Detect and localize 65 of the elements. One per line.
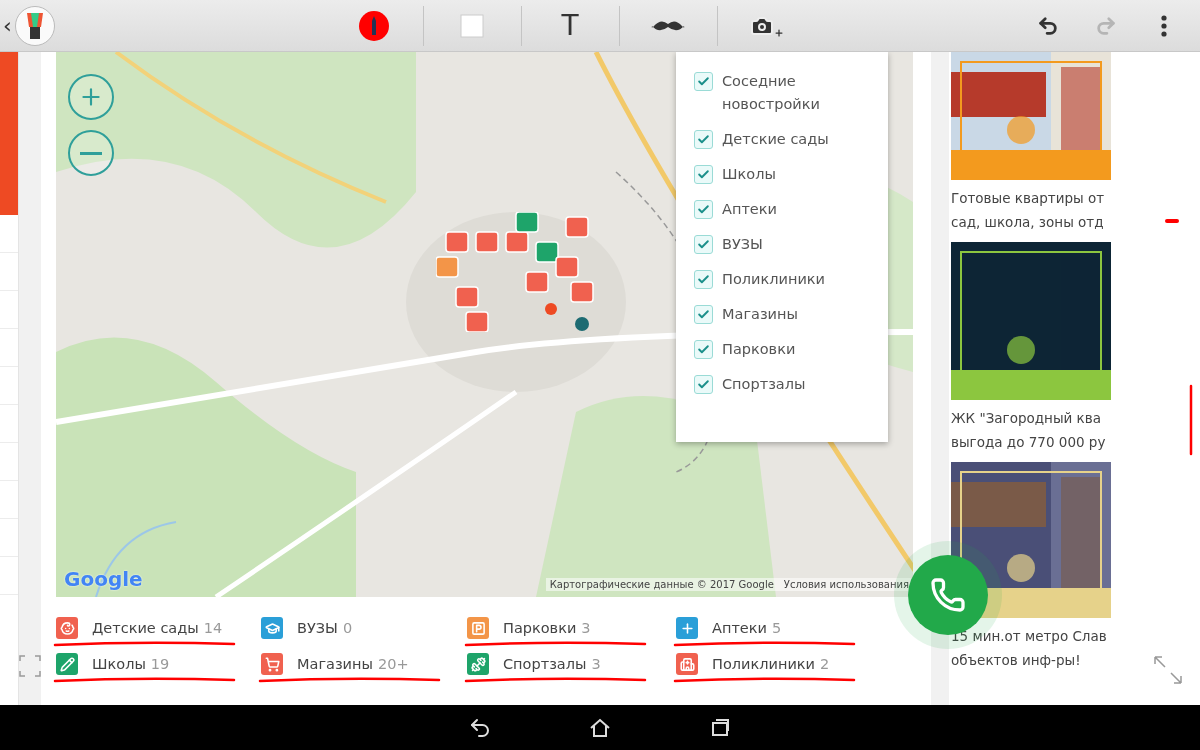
category-count: 0 bbox=[342, 620, 353, 636]
filter-label: ВУЗЫ bbox=[722, 235, 764, 254]
check-icon bbox=[697, 343, 710, 356]
checkbox[interactable] bbox=[694, 340, 713, 359]
checkbox[interactable] bbox=[694, 165, 713, 184]
category-label[interactable]: Спортзалы bbox=[503, 656, 587, 672]
filter-label: Детские сады bbox=[722, 130, 830, 149]
check-icon bbox=[697, 378, 710, 391]
redo-icon bbox=[1095, 14, 1117, 37]
checkbox[interactable] bbox=[694, 270, 713, 289]
check-icon bbox=[697, 203, 710, 216]
filter-label: Спортзалы bbox=[722, 375, 807, 394]
filter-label: Школы bbox=[722, 165, 777, 184]
checkbox[interactable] bbox=[694, 200, 713, 219]
category-label[interactable]: ВУЗЫ bbox=[297, 620, 338, 636]
back-arrow[interactable]: ‹ bbox=[3, 13, 15, 38]
category-count: 3 bbox=[581, 620, 591, 636]
check-icon bbox=[697, 238, 710, 251]
ad-caption[interactable]: Готовые квартиры от сад, школа, зоны отд bbox=[951, 186, 1113, 234]
checkbox[interactable] bbox=[694, 72, 713, 91]
ink-stroke bbox=[1188, 384, 1194, 456]
ink-stroke bbox=[1165, 218, 1179, 224]
checkbox[interactable] bbox=[694, 305, 713, 324]
category-label[interactable]: Парковки bbox=[503, 620, 577, 636]
check-icon bbox=[697, 133, 710, 146]
text-tool-button[interactable]: T bbox=[521, 5, 620, 46]
check-icon bbox=[697, 168, 710, 181]
terms-link[interactable]: Условия использования bbox=[783, 579, 909, 590]
filter-label: Магазины bbox=[722, 305, 799, 324]
undo-icon bbox=[1037, 14, 1059, 37]
pen-icon bbox=[359, 10, 389, 41]
ad-caption[interactable]: ЖК "Загородный ква выгода до 770 000 ру bbox=[951, 406, 1113, 454]
checkbox[interactable] bbox=[694, 235, 713, 254]
category-label[interactable]: Школы bbox=[92, 656, 146, 672]
category-count: 3 bbox=[591, 656, 601, 672]
category-label[interactable]: Поликлиники bbox=[712, 656, 815, 672]
filter-label: Соседние новостройки bbox=[722, 72, 821, 114]
check-icon bbox=[697, 273, 710, 286]
fullscreen-icon[interactable] bbox=[19, 655, 41, 677]
category-label[interactable]: Аптеки bbox=[712, 620, 767, 636]
category-count: 2 bbox=[820, 656, 830, 672]
map-logo: Google bbox=[64, 567, 143, 591]
mustache-icon bbox=[651, 19, 685, 32]
filter-label: Аптеки bbox=[722, 200, 778, 219]
checkbox[interactable] bbox=[694, 130, 713, 149]
filter-label: Парковки bbox=[722, 340, 797, 359]
category-label[interactable]: Магазины bbox=[297, 656, 373, 672]
category-label[interactable]: Детские сады bbox=[92, 620, 199, 636]
expand-icon[interactable] bbox=[1153, 655, 1183, 685]
map-attribution: Картографические данные © 2017 Google bbox=[549, 579, 774, 590]
checkbox[interactable] bbox=[694, 375, 713, 394]
phone-icon bbox=[930, 577, 966, 613]
check-icon bbox=[697, 308, 710, 321]
filter-label: Поликлиники bbox=[722, 270, 826, 289]
zoom-out-button[interactable] bbox=[68, 130, 114, 176]
zoom-in-button[interactable] bbox=[68, 74, 114, 120]
category-count: 5 bbox=[771, 620, 782, 636]
more-icon bbox=[1161, 14, 1167, 37]
zoom-out-icon bbox=[80, 151, 102, 155]
category-count: 20+ bbox=[377, 656, 409, 672]
category-count: 19 bbox=[150, 656, 170, 672]
brush-logo-icon[interactable] bbox=[15, 5, 55, 46]
check-icon bbox=[697, 75, 710, 88]
category-count: 14 bbox=[203, 620, 223, 636]
square-icon bbox=[460, 13, 484, 38]
